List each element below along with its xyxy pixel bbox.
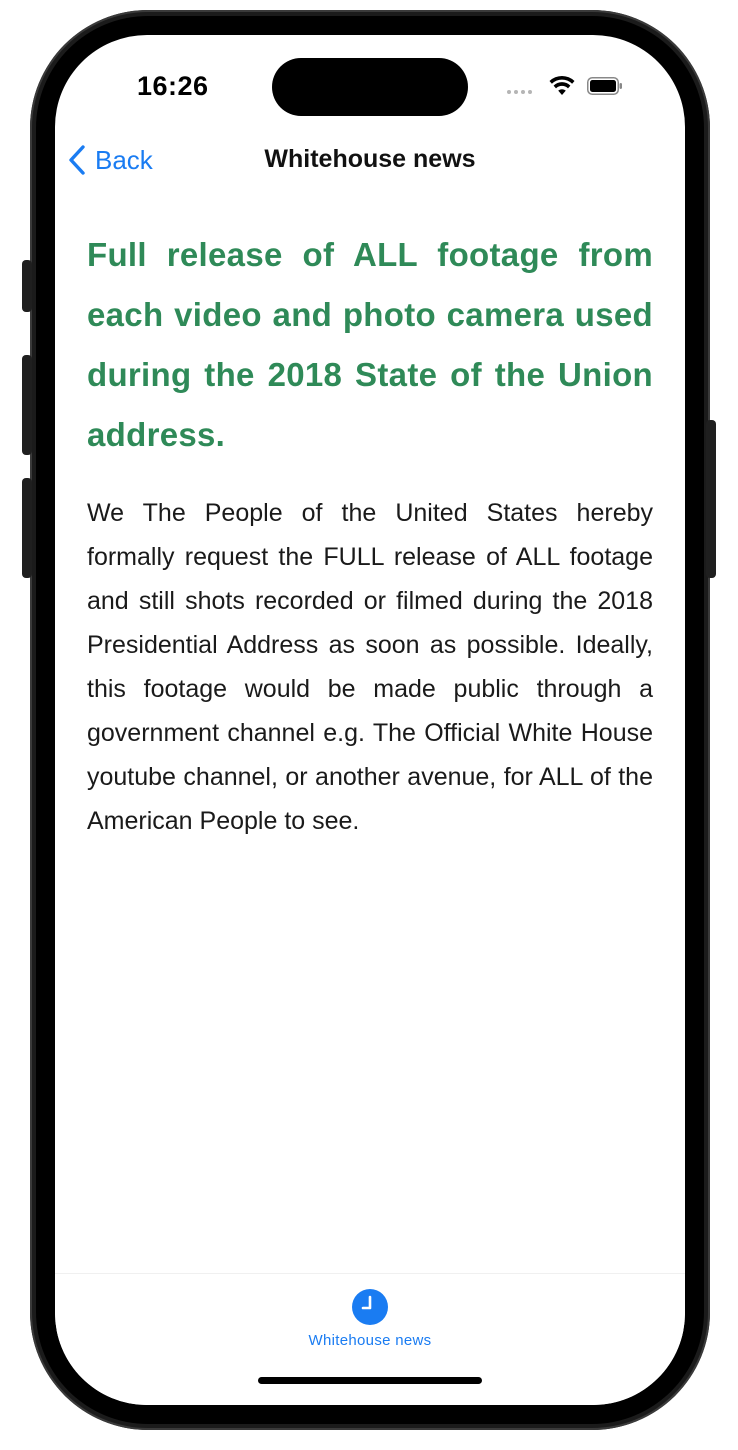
status-bar: 16:26 xyxy=(55,35,685,135)
tab-label: Whitehouse news xyxy=(308,1332,432,1349)
volume-up-button xyxy=(22,355,32,455)
screen: 16:26 Back Whitehouse news Full release … xyxy=(55,35,685,1405)
cellular-signal-icon xyxy=(507,90,532,94)
clock-icon xyxy=(352,1289,388,1325)
tab-bar: Whitehouse news xyxy=(55,1273,685,1405)
navigation-bar: Back Whitehouse news xyxy=(55,135,685,187)
dynamic-island xyxy=(272,58,468,116)
power-button xyxy=(706,420,716,578)
action-button xyxy=(22,260,32,312)
volume-down-button xyxy=(22,478,32,578)
wifi-icon xyxy=(549,75,575,95)
battery-icon xyxy=(587,77,622,95)
article-body: We The People of the United States hereb… xyxy=(87,499,653,835)
article-headline: Full release of ALL footage from each vi… xyxy=(87,236,653,453)
page-title: Whitehouse news xyxy=(264,145,476,173)
home-indicator[interactable] xyxy=(258,1377,482,1384)
article: Full release of ALL footage from each vi… xyxy=(87,225,653,843)
tab-whitehouse-news[interactable]: Whitehouse news xyxy=(55,1288,685,1349)
status-time: 16:26 xyxy=(137,71,209,101)
